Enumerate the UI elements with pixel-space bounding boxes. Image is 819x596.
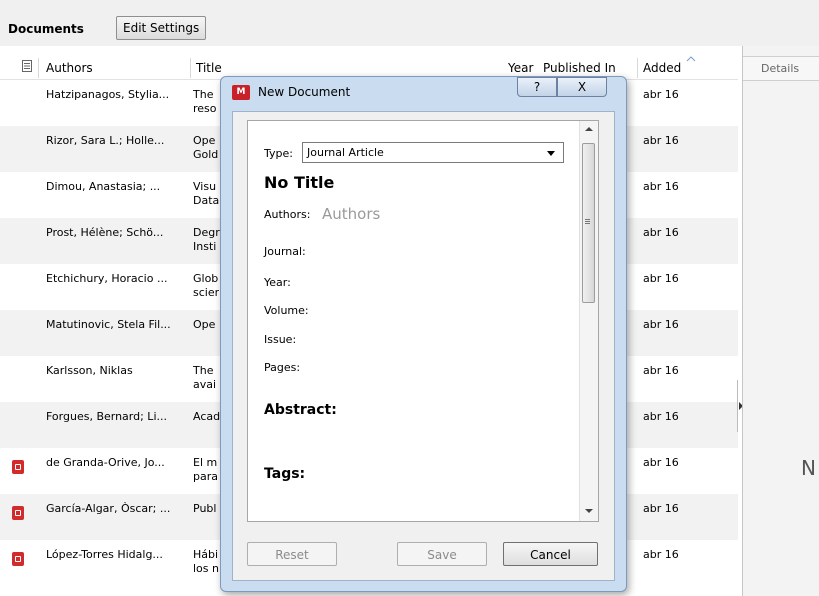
year-field-label[interactable]: Year: — [264, 276, 291, 289]
row-added: abr 16 — [643, 318, 679, 331]
document-type-select[interactable]: Journal Article — [302, 142, 564, 163]
tags-label[interactable]: Tags: — [264, 466, 305, 482]
row-added: abr 16 — [643, 226, 679, 239]
mendeley-logo-icon: M — [232, 85, 250, 100]
type-label: Type: — [264, 147, 293, 160]
row-title-line2: scier — [193, 286, 220, 299]
row-title-line2: los n — [193, 562, 219, 575]
row-title-line2: avai — [193, 378, 217, 391]
column-year[interactable]: Year — [508, 61, 533, 75]
scroll-up-icon[interactable] — [585, 127, 593, 131]
save-button[interactable]: Save — [397, 542, 487, 566]
library-toolbar: Documents Edit Settings — [0, 0, 819, 46]
row-title: Ope — [193, 134, 216, 147]
row-authors: de Granda-Orive, Jo... — [46, 456, 165, 469]
close-button[interactable]: X — [557, 77, 607, 97]
row-added: abr 16 — [643, 88, 679, 101]
help-button[interactable]: ? — [517, 77, 557, 97]
journal-field-label[interactable]: Journal: — [264, 245, 306, 258]
new-document-dialog: M New Document ? X Type: Journal Article… — [220, 76, 627, 592]
row-added: abr 16 — [643, 134, 679, 147]
row-title: Degr — [193, 226, 220, 239]
row-added: abr 16 — [643, 364, 679, 377]
row-title-line2: Gold — [193, 148, 219, 161]
column-published-in[interactable]: Published In — [543, 61, 616, 75]
row-added: abr 16 — [643, 272, 679, 285]
pdf-file-icon[interactable] — [12, 552, 24, 566]
row-added: abr 16 — [643, 456, 679, 469]
document-form: Type: Journal Article No Title Authors: … — [247, 120, 599, 522]
row-authors: Prost, Hélène; Schö... — [46, 226, 164, 239]
row-authors: López-Torres Hidalg... — [46, 548, 163, 561]
details-tab[interactable]: Details — [743, 56, 819, 81]
row-authors: Matutinovic, Stela Fil... — [46, 318, 171, 331]
cancel-button[interactable]: Cancel — [503, 542, 598, 566]
column-added[interactable]: Added — [643, 61, 681, 75]
row-authors: Etchichury, Horacio ... — [46, 272, 168, 285]
row-authors: Karlsson, Niklas — [46, 364, 133, 377]
scroll-down-icon[interactable] — [585, 509, 593, 513]
edit-settings-button[interactable]: Edit Settings — [116, 16, 207, 40]
documents-label: Documents — [8, 22, 84, 36]
row-authors: Dimou, Anastasia; ... — [46, 180, 161, 193]
document-type-value: Journal Article — [307, 146, 384, 159]
form-scrollbar[interactable] — [579, 121, 598, 521]
dialog-title: New Document — [258, 85, 351, 99]
row-title: Ope — [193, 318, 216, 331]
column-authors[interactable]: Authors — [46, 61, 93, 75]
row-title-line2: para — [193, 470, 218, 483]
scrollbar-grip-icon — [585, 219, 590, 220]
dialog-content: Type: Journal Article No Title Authors: … — [232, 111, 615, 581]
issue-field-label[interactable]: Issue: — [264, 333, 296, 346]
row-title: Publ — [193, 502, 217, 515]
row-added: abr 16 — [643, 502, 679, 515]
row-added: abr 16 — [643, 548, 679, 561]
pdf-file-icon[interactable] — [12, 506, 24, 520]
details-panel: Details N — [742, 46, 819, 596]
pages-field-label[interactable]: Pages: — [264, 361, 300, 374]
scrollbar-thumb[interactable] — [582, 143, 595, 303]
row-title: Visu — [193, 180, 217, 193]
row-title: El m — [193, 456, 218, 469]
row-title: The — [193, 364, 214, 377]
row-authors: García-Algar, Òscar; ... — [46, 502, 171, 515]
document-type-column-icon[interactable] — [22, 60, 32, 75]
row-authors: Hatzipanagos, Stylia... — [46, 88, 170, 101]
row-title-line2: reso — [193, 102, 217, 115]
row-authors: Forgues, Bernard; Li... — [46, 410, 167, 423]
chevron-down-icon — [547, 151, 555, 156]
row-title: The — [193, 88, 214, 101]
reset-button[interactable]: Reset — [247, 542, 337, 566]
document-title-field[interactable]: No Title — [264, 173, 334, 192]
details-placeholder-text: N — [801, 456, 816, 480]
sort-ascending-icon — [686, 56, 696, 62]
column-title[interactable]: Title — [196, 61, 222, 75]
abstract-label[interactable]: Abstract: — [264, 402, 337, 418]
volume-field-label[interactable]: Volume: — [264, 304, 309, 317]
authors-input[interactable]: Authors — [322, 205, 380, 223]
authors-label: Authors: — [264, 208, 311, 221]
details-tab-label: Details — [761, 62, 800, 75]
row-added: abr 16 — [643, 410, 679, 423]
row-title: Acad — [193, 410, 221, 423]
row-title-line2: Insti — [193, 240, 217, 253]
row-title: Glob — [193, 272, 219, 285]
row-authors: Rizor, Sara L.; Holle... — [46, 134, 165, 147]
row-added: abr 16 — [643, 180, 679, 193]
pdf-file-icon[interactable] — [12, 460, 24, 474]
row-title: Hábi — [193, 548, 219, 561]
row-title-line2: Data — [193, 194, 220, 207]
